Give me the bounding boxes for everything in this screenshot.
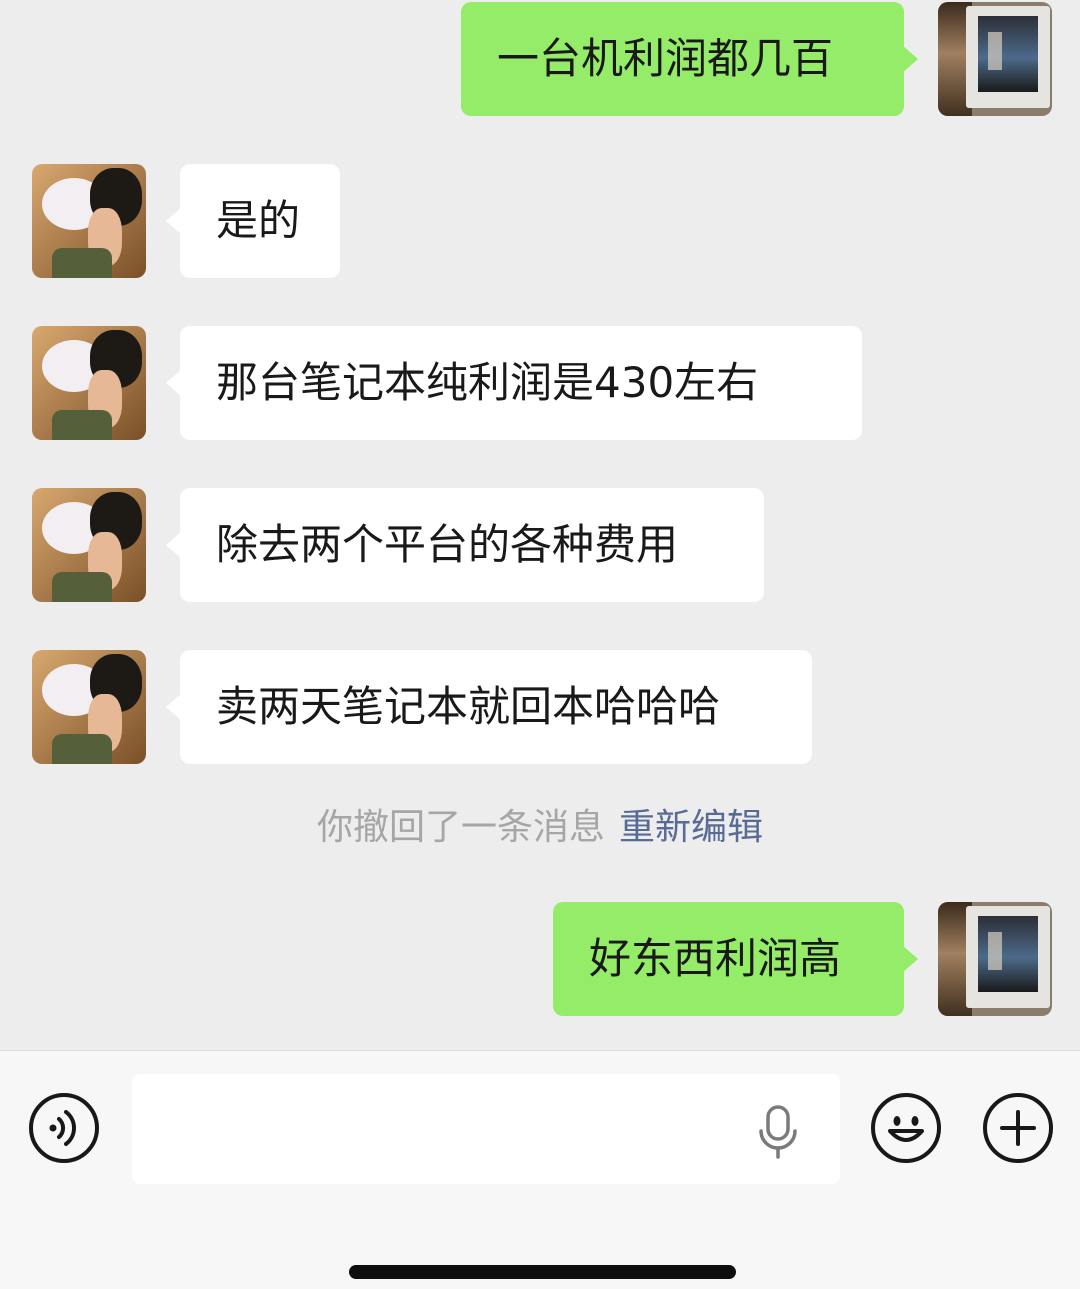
more-button[interactable]	[983, 1093, 1053, 1163]
message-bubble-other[interactable]: 卖两天笔记本就回本哈哈哈	[166, 650, 812, 764]
microphone-icon[interactable]	[756, 1105, 800, 1159]
message-bubble-other[interactable]: 是的	[166, 164, 340, 278]
message-text: 除去两个平台的各种费用	[216, 520, 679, 569]
input-bar	[0, 1050, 1080, 1289]
message-bubble-other[interactable]: 除去两个平台的各种费用	[166, 488, 764, 602]
emoji-button[interactable]	[871, 1093, 941, 1163]
my-avatar[interactable]	[938, 902, 1052, 1016]
message-bubble-self[interactable]: 一台机利润都几百	[461, 2, 918, 116]
plus-icon	[1000, 1110, 1036, 1146]
message-text: 是的	[216, 196, 301, 245]
recall-notice: 你撤回了一条消息 重新编辑	[0, 804, 1080, 852]
chat-area: 一台机利润都几百 是的 那台笔记本纯利润是430左右 除去两个平台的各种费用 卖…	[0, 0, 1080, 1050]
message-text: 卖两天笔记本就回本哈哈哈	[216, 682, 721, 731]
message-input[interactable]	[132, 1074, 840, 1184]
my-avatar[interactable]	[938, 2, 1052, 116]
reedit-link[interactable]: 重新编辑	[619, 807, 763, 848]
recall-notice-text: 你撤回了一条消息	[316, 807, 605, 848]
message-bubble-other[interactable]: 那台笔记本纯利润是430左右	[166, 326, 862, 440]
contact-avatar[interactable]	[32, 326, 146, 440]
message-text: 一台机利润都几百	[497, 34, 834, 83]
contact-avatar[interactable]	[32, 488, 146, 602]
message-text: 好东西利润高	[589, 934, 842, 983]
voice-mode-icon	[49, 1110, 76, 1146]
message-text: 那台笔记本纯利润是430左右	[216, 358, 759, 407]
voice-mode-button[interactable]	[29, 1093, 99, 1163]
contact-avatar[interactable]	[32, 650, 146, 764]
emoji-icon	[888, 1116, 924, 1142]
contact-avatar[interactable]	[32, 164, 146, 278]
message-bubble-self[interactable]: 好东西利润高	[553, 902, 918, 1016]
home-indicator[interactable]	[349, 1265, 736, 1279]
